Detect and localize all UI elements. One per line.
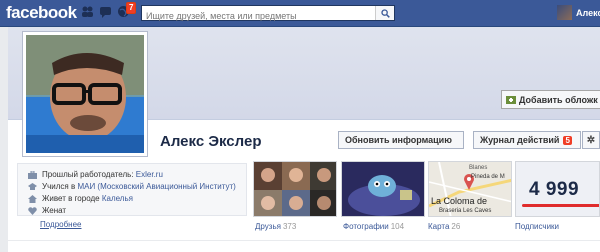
search-input[interactable] — [142, 9, 371, 23]
friends-tile[interactable] — [253, 161, 337, 217]
subscribers-tile[interactable]: 4 999 — [515, 161, 600, 217]
activity-log-button[interactable]: Журнал действий 5 — [473, 131, 581, 149]
photos-count: 104 — [390, 222, 405, 231]
heart-icon — [28, 206, 37, 215]
map-count: 26 — [451, 222, 461, 231]
about-box: Прошлый работодатель: Exler.ru Учился в … — [17, 163, 247, 216]
notifications-badge: 7 — [126, 2, 137, 14]
friends-count: 373 — [282, 222, 297, 231]
add-photo-icon — [506, 95, 516, 104]
messages-icon[interactable] — [99, 5, 112, 18]
map-label-1: Blanes — [469, 165, 488, 171]
home-icon — [28, 194, 37, 203]
search-button[interactable] — [375, 6, 394, 20]
add-cover-button[interactable]: Добавить обложк — [501, 90, 600, 109]
add-cover-label: Добавить обложк — [519, 94, 598, 105]
avatar — [557, 5, 572, 20]
study-link[interactable]: МАИ (Московский Авиационный Институт) — [77, 182, 235, 191]
study-row: Учился в МАИ (Московский Авиационный Инс… — [28, 182, 236, 191]
activity-badge: 5 — [563, 135, 572, 145]
subscribers-underline — [522, 204, 599, 207]
briefcase-icon — [28, 170, 37, 179]
update-info-button[interactable]: Обновить информацию — [338, 131, 464, 149]
photos-caption[interactable]: Фотографии 104 — [343, 222, 404, 231]
update-info-label: Обновить информацию — [345, 135, 452, 145]
friends-caption[interactable]: Друзья 373 — [255, 222, 296, 231]
photos-preview — [342, 162, 424, 216]
lives-row: Живет в городе Калелья — [28, 194, 133, 203]
map-tile[interactable]: Blanes Pineda de M La Coloma de Braseria… — [428, 161, 512, 217]
map-caption[interactable]: Карта 26 — [428, 222, 460, 231]
profile-photo — [26, 35, 144, 153]
subscribers-label: Подписчики — [515, 222, 560, 231]
settings-button[interactable]: ✲ — [582, 131, 600, 149]
user-shortcut[interactable]: Алекс — [557, 5, 600, 20]
top-bar: facebook 7 Алекс — [0, 0, 600, 27]
friend-requests-icon[interactable] — [81, 5, 94, 18]
photos-tile[interactable] — [341, 161, 425, 217]
friends-collage — [254, 162, 336, 216]
map-label-2: Pineda de M — [471, 174, 505, 180]
profile-picture[interactable] — [22, 31, 148, 157]
map-label: Карта — [428, 222, 450, 231]
lives-link[interactable]: Калелья — [102, 194, 133, 203]
search-box — [141, 5, 395, 23]
facebook-logo[interactable]: facebook — [6, 3, 77, 23]
bottom-divider — [8, 240, 600, 241]
subscribers-number: 4 999 — [529, 179, 580, 200]
graduation-cap-icon — [28, 182, 37, 190]
lives-prefix: Живет в городе — [42, 194, 100, 203]
gear-icon: ✲ — [586, 134, 596, 146]
map-label-4: Braseria Les Caves — [439, 208, 492, 214]
map-label-3: La Coloma de — [431, 196, 488, 206]
employer-link[interactable]: Exler.ru — [136, 170, 163, 179]
more-info-link[interactable]: Подробнее — [40, 220, 82, 229]
profile-name: Алекс Экслер — [160, 133, 262, 150]
employer-prefix: Прошлый работодатель: — [42, 170, 134, 179]
employer-row: Прошлый работодатель: Exler.ru — [28, 170, 163, 179]
user-short-name: Алекс — [576, 7, 600, 18]
relationship-text: Женат — [42, 206, 67, 215]
photos-label: Фотографии — [343, 222, 389, 231]
activity-log-label: Журнал действий — [480, 135, 560, 145]
study-prefix: Учился в — [42, 182, 76, 191]
search-icon — [380, 8, 390, 18]
relationship-row: Женат — [28, 206, 66, 215]
friends-label: Друзья — [255, 222, 281, 231]
subscribers-caption[interactable]: Подписчики — [515, 222, 559, 231]
